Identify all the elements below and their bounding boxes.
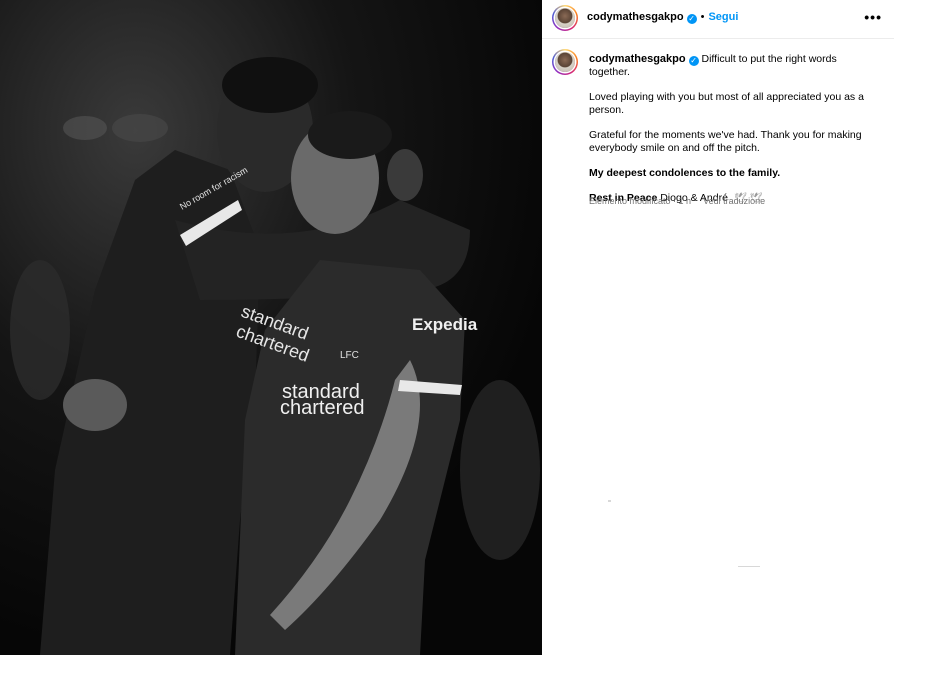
edited-label: Elemento modificato [589, 196, 671, 206]
see-translation-link[interactable]: Vedi traduzione [703, 196, 765, 206]
verified-badge-icon: ✓ [686, 14, 697, 24]
caption-paragraph-4: My deepest condolences to the family. [589, 167, 781, 179]
post-side-panel: codymathesgakpo ✓ • Segui ••• codymathesgak… [542, 0, 894, 675]
photo-illustration: standard chartered standard chartered Ex… [0, 0, 542, 655]
separator-dot: • [700, 11, 705, 23]
post-caption: codymathesgakpo ✓ Difficult to put the ri… [589, 53, 874, 217]
caption-username[interactable]: codymathesgakpo [589, 53, 686, 65]
avatar[interactable] [552, 5, 578, 31]
caption-avatar[interactable] [552, 49, 578, 75]
follow-button[interactable]: Segui [708, 11, 738, 23]
caption-paragraph-2: Loved playing with you but most of all a… [589, 91, 864, 116]
post-meta: Elemento modificato · 1 h Vedi traduzione [589, 196, 766, 206]
more-options-icon[interactable]: ••• [864, 9, 882, 25]
expedia-text: Expedia [412, 315, 478, 334]
loading-line [738, 566, 760, 567]
loading-dot [608, 500, 611, 502]
post-header: codymathesgakpo ✓ • Segui ••• [542, 0, 894, 39]
header-user: codymathesgakpo ✓ • Segui [587, 11, 738, 24]
caption-paragraph-3: Grateful for the moments we've had. Than… [589, 129, 862, 154]
post-time[interactable]: 1 h [679, 196, 692, 206]
club-text: LFC [340, 350, 359, 361]
post-photo[interactable]: standard chartered standard chartered Ex… [0, 0, 542, 655]
sponsor-text-right-2: chartered [280, 397, 365, 419]
header-username[interactable]: codymathesgakpo [587, 11, 684, 23]
verified-badge-icon: ✓ [688, 56, 699, 66]
